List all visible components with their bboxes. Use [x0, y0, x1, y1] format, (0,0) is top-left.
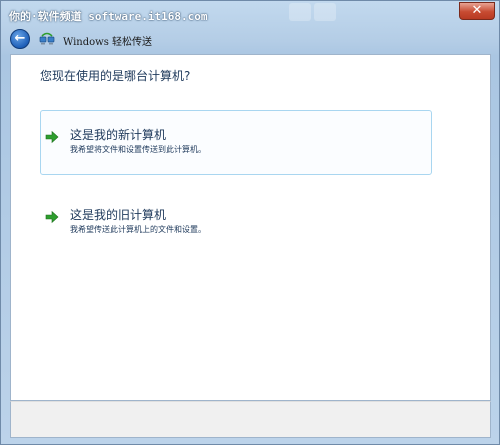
close-icon: ✕ — [471, 3, 483, 18]
back-button[interactable]: ← — [10, 29, 30, 49]
content-panel: 您现在使用的是哪台计算机? 这是我的新计算机 我希望将文件和设置传送到此计算机。… — [10, 54, 491, 401]
page-question: 您现在使用的是哪台计算机? — [40, 69, 191, 83]
easy-transfer-icon — [39, 32, 55, 45]
green-arrow-icon — [45, 210, 59, 224]
option-title: 这是我的旧计算机 — [70, 208, 167, 222]
option-title: 这是我的新计算机 — [70, 128, 167, 142]
button-bar — [10, 401, 491, 438]
watermark-text: 你的·软件频道 software.it168.com — [9, 10, 208, 23]
minimize-button[interactable] — [289, 3, 311, 21]
option-new-computer[interactable]: 这是我的新计算机 我希望将文件和设置传送到此计算机。 — [40, 110, 432, 175]
green-arrow-icon — [45, 130, 59, 144]
title-bar: 你的·软件频道 software.it168.com ✕ — [1, 1, 499, 27]
close-button[interactable]: ✕ — [459, 2, 495, 20]
maximize-button[interactable] — [314, 3, 336, 21]
wizard-window: 你的·软件频道 software.it168.com ✕ ← Windows 轻… — [0, 0, 500, 445]
navigation-bar: ← Windows 轻松传送 — [1, 27, 499, 53]
option-description: 我希望将文件和设置传送到此计算机。 — [70, 145, 206, 154]
option-old-computer[interactable]: 这是我的旧计算机 我希望传送此计算机上的文件和设置。 — [40, 190, 432, 255]
back-arrow-icon: ← — [14, 31, 26, 46]
window-title: Windows 轻松传送 — [63, 37, 153, 48]
option-description: 我希望传送此计算机上的文件和设置。 — [70, 225, 206, 234]
